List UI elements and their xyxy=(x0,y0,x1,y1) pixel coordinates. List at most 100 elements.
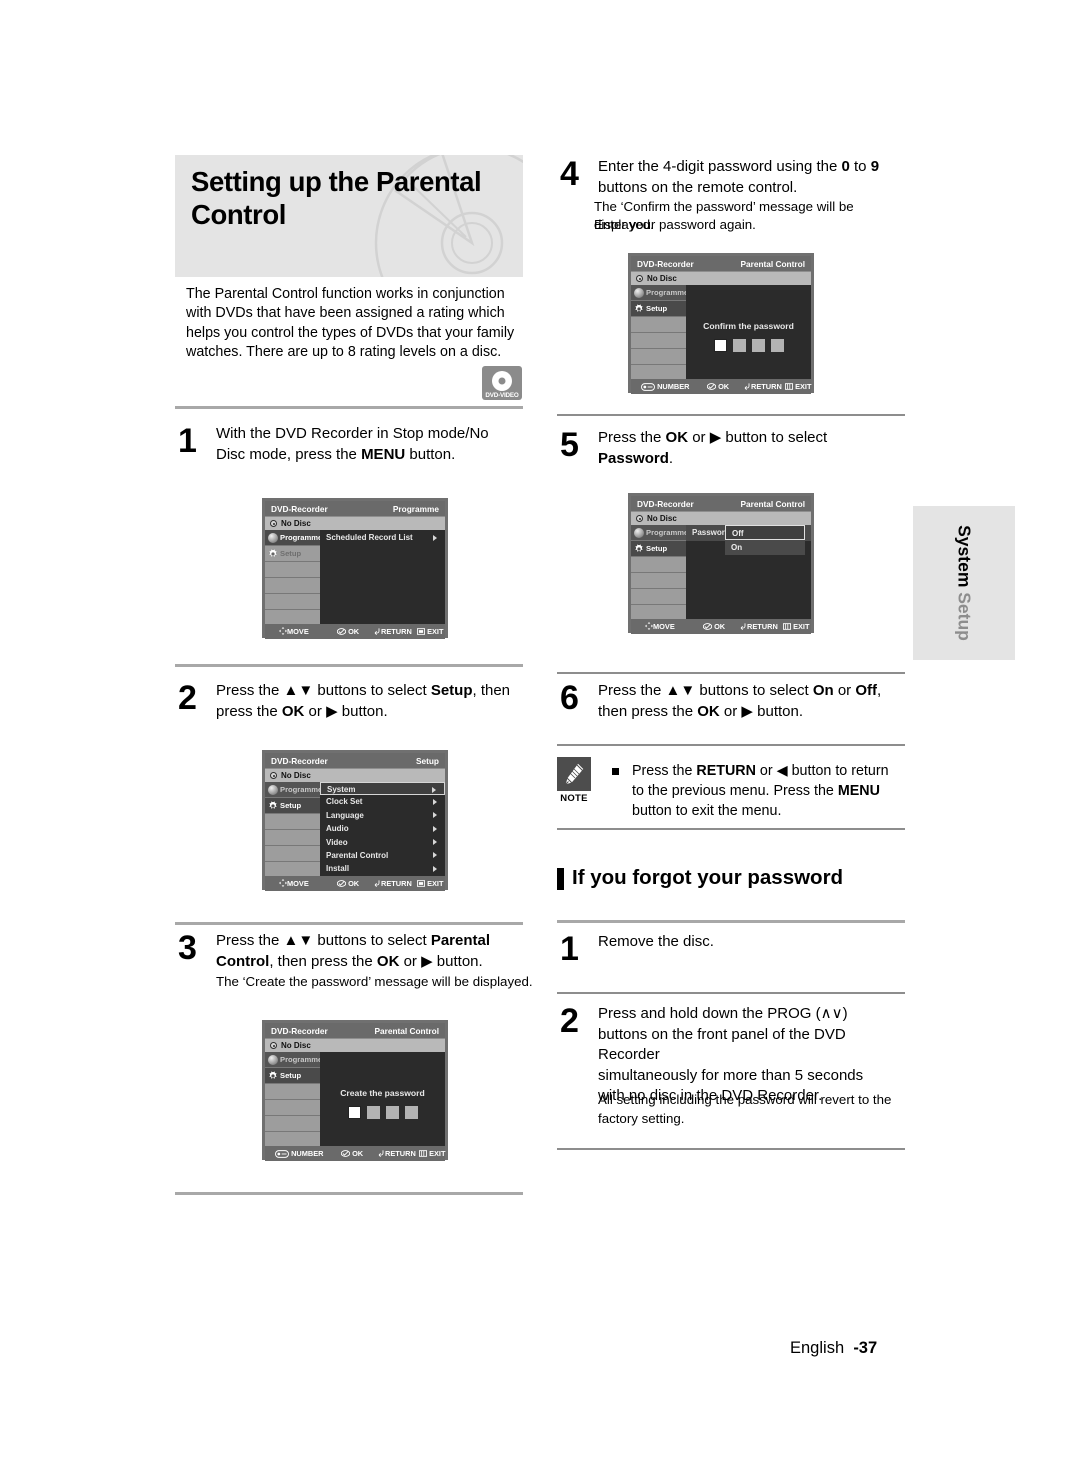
step-5-l1c: or xyxy=(688,429,710,446)
password-boxes[interactable] xyxy=(320,1104,445,1122)
step-1-line2a: Disc mode, press the xyxy=(216,445,362,463)
divider xyxy=(557,414,905,416)
osd-key-exit: EXIT xyxy=(417,879,444,888)
divider xyxy=(557,992,905,994)
osd-password-option-label: Off xyxy=(732,528,744,538)
step-6-off-key: Off xyxy=(855,682,878,699)
chevron-right-icon xyxy=(433,839,437,846)
step-3-l2e: button. xyxy=(432,952,483,970)
osd-setup-menu-item[interactable]: System xyxy=(320,782,445,796)
note-label: NOTE xyxy=(560,793,588,804)
page-title-line1: Setting up the Parental xyxy=(191,166,482,197)
dvd-video-label: DVD-VIDEO xyxy=(485,391,519,399)
step-5-l1a: Press the xyxy=(598,429,666,446)
password-boxes[interactable] xyxy=(686,337,811,355)
osd-device-label: DVD-Recorder xyxy=(637,498,694,509)
osd-setup-menu-item[interactable]: Install xyxy=(320,862,445,875)
left-arrow-icon: ◀ xyxy=(776,763,788,779)
step-2: 2 Press the ▲▼ buttons to select Setup, … xyxy=(178,681,526,722)
osd-sidebar-blank xyxy=(265,1116,320,1132)
divider xyxy=(557,828,905,830)
osd-sidebar-programme[interactable]: Programme xyxy=(631,525,688,541)
osd-setup-menu-item[interactable]: Video xyxy=(320,836,445,849)
osd-menu-item[interactable]: Scheduled Record List xyxy=(320,530,445,546)
password-box-2[interactable] xyxy=(366,1106,380,1120)
osd-sidebar-setup[interactable]: Setup xyxy=(631,301,686,317)
step-3-control-key: Control xyxy=(216,952,270,970)
osd-header: DVD-Recorder Setup xyxy=(265,753,445,768)
chevron-right-icon xyxy=(433,825,437,832)
osd-sidebar-blank xyxy=(265,1084,320,1100)
osd-setup-menu-item-label: Parental Control xyxy=(326,850,389,860)
osd-setup-menu-item[interactable]: Parental Control xyxy=(320,849,445,862)
osd-sidebar-programme[interactable]: Programme xyxy=(631,285,688,301)
osd-header: DVD-Recorder Parental Control xyxy=(631,496,811,511)
password-box-3[interactable] xyxy=(751,339,765,353)
osd-content: Confirm the password xyxy=(686,285,811,379)
step-2-number: 2 xyxy=(178,679,197,717)
step-3-l1b: buttons to select xyxy=(313,932,431,949)
step-5-password-key: Password xyxy=(598,449,669,467)
fs2-l1a: Press and hold down the PROG ( xyxy=(598,1005,821,1022)
osd-screen-create-password: DVD-Recorder Parental Control No Disc Pr… xyxy=(262,1020,448,1161)
side-tab-part2: Setup xyxy=(954,592,975,641)
step-2-l1a: Press the xyxy=(216,682,284,699)
osd-sidebar-programme[interactable]: Programme xyxy=(265,782,322,798)
password-box-1[interactable] xyxy=(713,339,727,353)
gear-icon xyxy=(268,801,278,811)
osd-setup-menu-item[interactable]: Language xyxy=(320,809,445,822)
osd-sidebar-blank xyxy=(631,349,686,365)
note-l1d: button to return xyxy=(787,763,889,779)
password-box-4[interactable] xyxy=(770,339,784,353)
osd-header: DVD-Recorder Parental Control xyxy=(265,1023,445,1038)
divider xyxy=(175,406,523,409)
page-title-line2: Control xyxy=(191,199,286,230)
password-box-2[interactable] xyxy=(732,339,746,353)
osd-sidebar: Programme Setup xyxy=(631,285,688,381)
osd-sidebar-programme[interactable]: Programme xyxy=(265,1052,323,1068)
gear-icon xyxy=(268,549,278,559)
step-6-l1f: , xyxy=(877,682,882,699)
osd-sidebar: Programme Setup xyxy=(265,530,322,626)
osd-key-exit: EXIT xyxy=(783,622,810,631)
footer-language: English xyxy=(790,1339,845,1357)
osd-sidebar-setup[interactable]: Setup xyxy=(631,541,686,557)
note-l1a: Press the xyxy=(632,763,697,779)
password-box-1[interactable] xyxy=(347,1106,361,1120)
osd-body: Programme Setup System Clock Set Language A… xyxy=(265,782,445,878)
osd-sidebar-setup[interactable]: Setup xyxy=(265,1068,320,1084)
osd-setup-menu-item[interactable]: Clock Set xyxy=(320,795,445,808)
disc-status-icon xyxy=(636,515,643,522)
osd-password-option[interactable]: On xyxy=(725,540,805,555)
step-4-l1c: to xyxy=(849,158,871,175)
osd-sidebar-setup-label: Setup xyxy=(646,304,668,313)
step-6-number: 6 xyxy=(560,679,579,717)
osd-footer-bar: MOVE OK RETURN EXIT xyxy=(265,624,445,639)
gear-icon xyxy=(268,1071,278,1081)
step-1: 1 With the DVD Recorder in Stop mode/No … xyxy=(178,424,526,465)
step-5-l2b: . xyxy=(668,449,674,467)
osd-sidebar-setup[interactable]: Setup xyxy=(265,546,320,562)
osd-device-label: DVD-Recorder xyxy=(271,1025,328,1036)
osd-key-ok: OK xyxy=(337,627,359,636)
forgot-step-2-subtext-2: factory setting. xyxy=(598,1111,685,1126)
note-text: Press the RETURN or ◀ button to return t… xyxy=(632,761,900,821)
password-box-4[interactable] xyxy=(404,1106,418,1120)
chevron-right-icon xyxy=(433,865,437,872)
osd-sidebar-blank xyxy=(265,814,320,830)
password-box-3[interactable] xyxy=(385,1106,399,1120)
step-6-ok-key: OK xyxy=(697,702,720,720)
dvd-video-icon: DVD-VIDEO xyxy=(482,366,522,400)
osd-setup-menu-item[interactable]: Audio xyxy=(320,822,445,835)
step-1-menu-key: MENU xyxy=(361,445,406,463)
osd-password-option[interactable]: Off xyxy=(725,525,805,540)
osd-title: Parental Control xyxy=(374,1025,439,1036)
osd-sidebar-programme-label: Programme xyxy=(280,1055,323,1064)
osd-sidebar-setup[interactable]: Setup xyxy=(265,798,320,814)
osd-setup-menu-item-label: Language xyxy=(326,810,364,820)
osd-sidebar-programme[interactable]: Programme xyxy=(265,530,322,546)
divider xyxy=(175,664,523,667)
page-footer: English -37 xyxy=(790,1339,877,1358)
osd-header: DVD-Recorder Programme xyxy=(265,501,445,516)
gear-icon xyxy=(634,304,644,314)
